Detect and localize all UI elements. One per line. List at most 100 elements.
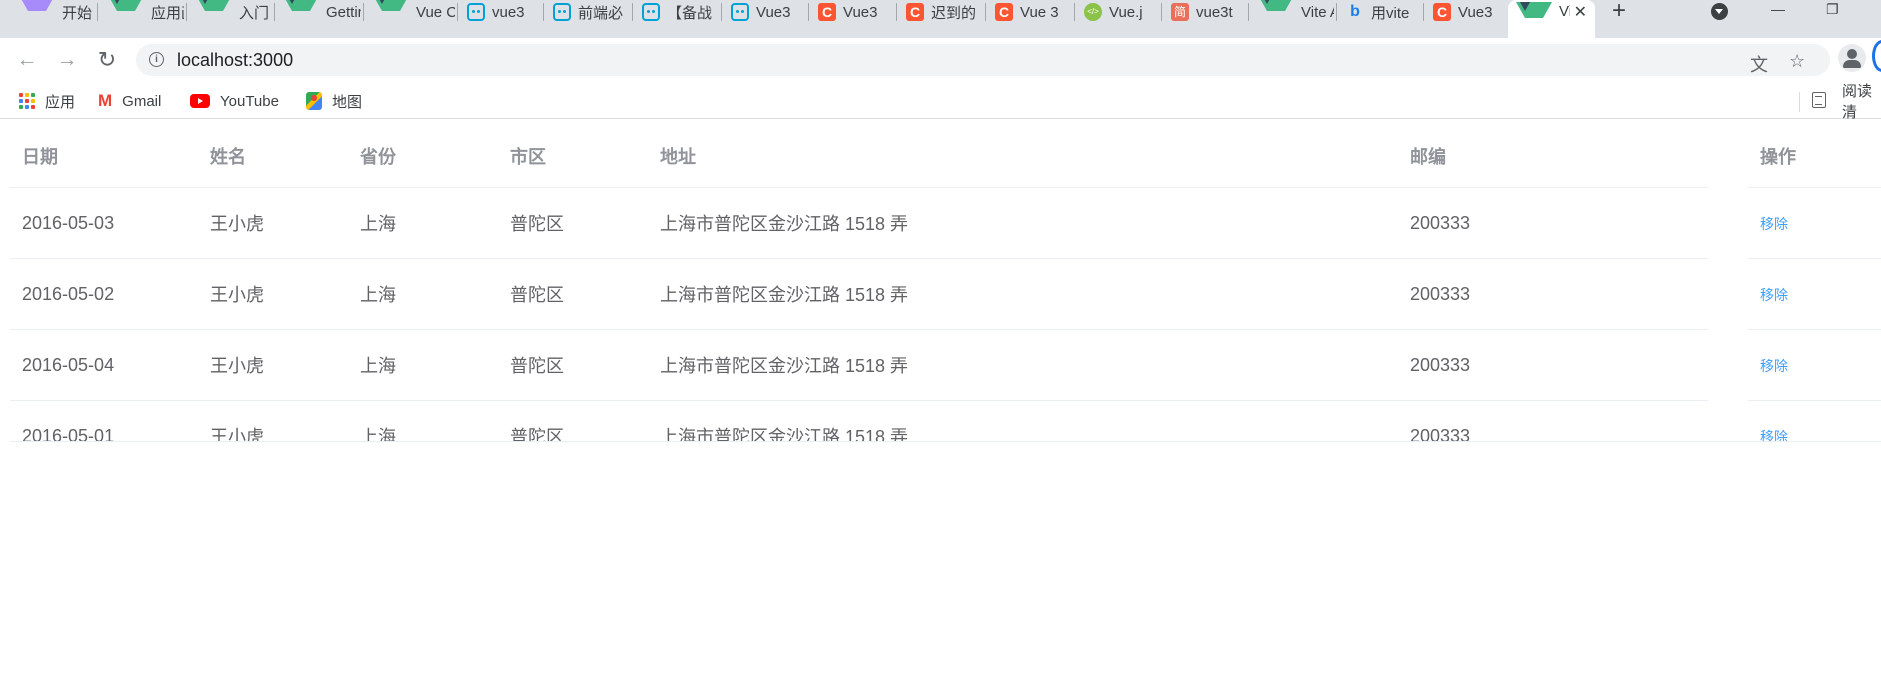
column-header-action[interactable]: 操作 <box>1748 125 1881 188</box>
translate-icon[interactable]: 文 <box>1750 51 1768 77</box>
cell-city: 普陀区 <box>498 187 648 259</box>
column-header-address[interactable]: 地址 <box>648 125 1398 188</box>
browser-tab[interactable]: C Vue 3 <box>987 0 1072 24</box>
address-bar[interactable]: i localhost:3000 文 ☆ <box>136 44 1830 76</box>
remove-button[interactable]: 移除 <box>1760 287 1788 303</box>
remove-button[interactable]: 移除 <box>1760 358 1788 374</box>
cell-city: 普陀区 <box>498 258 648 330</box>
browser-tab[interactable]: Vue3 <box>723 0 806 24</box>
browser-tab[interactable]: </> Vue.j <box>1076 0 1159 24</box>
bookmark-gmail[interactable]: M Gmail <box>98 88 161 114</box>
forward-arrow-icon[interactable]: → <box>53 46 81 74</box>
column-header-province[interactable]: 省份 <box>348 125 498 188</box>
remove-button[interactable]: 移除 <box>1760 216 1788 232</box>
info-icon[interactable]: i <box>149 52 164 67</box>
data-table: 日期 姓名 省份 市区 地址 邮编 操作 2016-05-03 王小虎 上海 普陀区上… <box>10 125 1881 442</box>
tab-title: Vi <box>1559 3 1570 20</box>
browser-tab[interactable]: Vite A <box>1250 0 1334 24</box>
cell-date: 2016-05-04 <box>10 329 198 401</box>
cell-address: 上海市普陀区金沙江路 1518 弄 <box>648 329 1398 401</box>
tab-title: 用vite <box>1371 5 1410 22</box>
browser-tab[interactable]: 开始 | <box>11 0 95 24</box>
cell-city: 普陀区 <box>498 400 648 441</box>
reading-list[interactable]: 阅读清 <box>1842 83 1881 121</box>
tab-separator <box>1074 3 1075 21</box>
browser-tab[interactable]: C 迟到的 <box>898 0 983 24</box>
tab-title: Vue3 <box>1458 4 1493 21</box>
browser-toolbar: ← → ↻ i localhost:3000 文 ☆ <box>0 38 1881 84</box>
profile-avatar-icon[interactable] <box>1838 44 1866 72</box>
csdn-icon: C <box>1433 3 1451 21</box>
cell-date: 2016-05-02 <box>10 258 198 330</box>
new-tab-button[interactable]: + <box>1612 0 1626 23</box>
browser-tab[interactable]: Vue C <box>365 0 455 24</box>
cell-city: 普陀区 <box>498 329 648 401</box>
vite-icon <box>19 0 55 24</box>
browser-tab[interactable]: 应用画 <box>100 0 184 24</box>
reading-list-icon[interactable] <box>1812 92 1826 108</box>
cell-date: 2016-05-03 <box>10 187 198 259</box>
column-header-name[interactable]: 姓名 <box>198 125 348 188</box>
browser-tab[interactable]: 简 vue3t <box>1163 0 1246 24</box>
maps-icon <box>306 92 322 110</box>
vue-icon <box>373 0 409 24</box>
table-header-row: 日期 姓名 省份 市区 地址 邮编 操作 <box>10 125 1881 188</box>
reload-icon[interactable]: ↻ <box>93 46 121 74</box>
browser-tab[interactable]: C Vue3 <box>810 0 894 24</box>
tab-separator <box>1161 3 1162 21</box>
vuejs-icon: </> <box>1084 3 1102 21</box>
browser-tab[interactable]: 入门 | <box>188 0 272 24</box>
column-header-date[interactable]: 日期 <box>10 125 198 188</box>
browser-tab[interactable]: 前端必 <box>545 0 630 24</box>
tab-title: Vite A <box>1301 4 1334 21</box>
cell-action: 移除 <box>1748 258 1881 330</box>
jianshu-icon: 简 <box>1171 3 1189 21</box>
vue-icon <box>1516 2 1552 36</box>
table-row: 2016-05-02 王小虎 上海 普陀区 上海市普陀区金沙江路 1518 弄 20033… <box>10 258 1881 330</box>
remove-button[interactable]: 移除 <box>1760 429 1788 442</box>
back-arrow-icon[interactable]: ← <box>13 46 41 74</box>
table-row: 2016-05-03 王小虎 上海 普陀区 上海市普陀区金沙江路 1518 弄 20033… <box>10 187 1881 259</box>
cell-province: 上海 <box>348 400 498 441</box>
tab-separator <box>808 3 809 21</box>
close-tab-icon[interactable]: ✕ <box>1574 2 1587 22</box>
cell-zip: 200333 <box>1398 187 1708 259</box>
fixed-column-gap <box>1708 125 1748 188</box>
bookmark-star-icon[interactable]: ☆ <box>1789 51 1805 72</box>
browser-tab[interactable]: Vi✕ <box>1508 0 1595 40</box>
address-bar-url[interactable]: localhost:3000 <box>177 50 293 71</box>
tab-separator <box>543 3 544 21</box>
column-header-city[interactable]: 市区 <box>498 125 648 188</box>
tab-title: vue3 <box>492 4 525 21</box>
browser-tab[interactable]: vue3 <box>459 0 541 24</box>
bookmark-youtube[interactable]: YouTube <box>190 88 279 114</box>
bookmark-apps[interactable]: 应用 <box>19 88 75 114</box>
cell-date: 2016-05-01 <box>10 400 198 441</box>
browser-tab[interactable]: C Vue3 <box>1425 0 1504 24</box>
column-header-zip[interactable]: 邮编 <box>1398 125 1708 188</box>
tab-separator <box>186 3 187 21</box>
restore-button[interactable]: ❐ <box>1826 0 1839 22</box>
fixed-column-gap <box>1708 259 1748 330</box>
minimize-button[interactable]: — <box>1771 0 1785 22</box>
cell-action: 移除 <box>1748 400 1881 442</box>
csdn-icon: C <box>995 3 1013 21</box>
fixed-column-gap <box>1708 330 1748 401</box>
browser-tab[interactable]: 【备战 <box>634 0 719 24</box>
cell-name: 王小虎 <box>198 187 348 259</box>
cell-province: 上海 <box>348 187 498 259</box>
tab-strip: 开始 | 应用画 入门 | Gettin Vue C vue3 前端必 【备战 Vue3 C Vue… <box>0 0 1881 40</box>
bookmark-maps[interactable]: 地图 <box>306 88 362 114</box>
tab-title: 开始 | <box>62 5 95 22</box>
tab-separator <box>457 3 458 21</box>
tab-search-icon[interactable] <box>1711 3 1728 20</box>
apps-grid-icon <box>19 93 35 109</box>
tab-title: Vue.j <box>1109 4 1143 21</box>
vue-icon <box>108 0 144 24</box>
cell-address: 上海市普陀区金沙江路 1518 弄 <box>648 400 1398 441</box>
bookmarks-bar: 应用 M Gmail YouTube 地图 阅读清 <box>0 83 1881 121</box>
browser-tab[interactable]: b 用vite <box>1338 0 1421 24</box>
youtube-icon <box>190 94 210 108</box>
browser-tab[interactable]: Gettin <box>275 0 361 24</box>
cell-zip: 200333 <box>1398 329 1708 401</box>
